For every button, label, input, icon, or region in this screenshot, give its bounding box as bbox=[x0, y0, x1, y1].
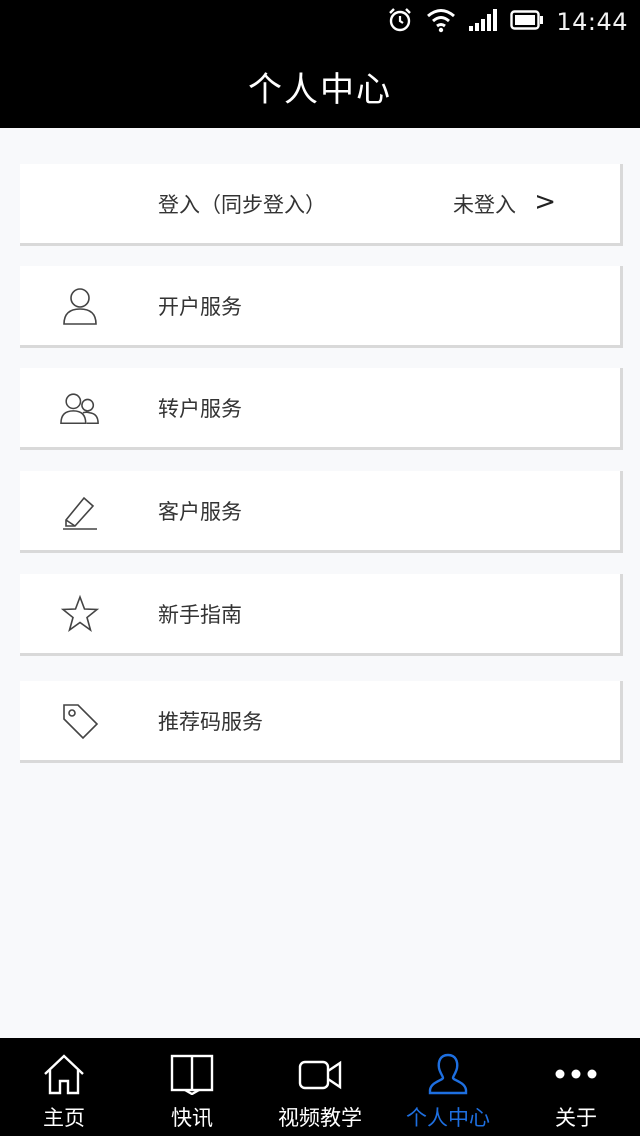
star-icon bbox=[60, 594, 100, 634]
signal-icon bbox=[468, 9, 498, 35]
menu-item-label: 推荐码服务 bbox=[158, 709, 263, 734]
status-icons: 14:44 bbox=[386, 6, 628, 38]
menu-item-referral-code[interactable]: 推荐码服务 bbox=[20, 681, 623, 763]
tab-label: 主页 bbox=[43, 1106, 85, 1130]
content-area: 登入（同步登入） 未登入 > 开户服务 转户服务 客户服务 新手指南 推荐码服务 bbox=[0, 128, 640, 1038]
menu-item-open-account[interactable]: 开户服务 bbox=[20, 266, 623, 348]
status-time: 14:44 bbox=[556, 8, 628, 36]
tag-icon bbox=[60, 701, 100, 741]
login-label: 登入（同步登入） bbox=[158, 192, 326, 217]
menu-item-transfer-account[interactable]: 转户服务 bbox=[20, 368, 623, 450]
tab-home[interactable]: 主页 bbox=[0, 1038, 128, 1136]
tab-label: 快讯 bbox=[171, 1106, 213, 1130]
wifi-icon bbox=[426, 7, 456, 37]
tab-label: 个人中心 bbox=[406, 1106, 490, 1130]
person-icon bbox=[424, 1052, 472, 1096]
book-icon bbox=[168, 1052, 216, 1096]
pencil-icon bbox=[60, 491, 100, 531]
menu-item-beginner-guide[interactable]: 新手指南 bbox=[20, 574, 623, 656]
alarm-icon bbox=[386, 6, 414, 38]
tab-label: 视频教学 bbox=[278, 1106, 362, 1130]
menu-item-customer-service[interactable]: 客户服务 bbox=[20, 471, 623, 553]
tab-news[interactable]: 快讯 bbox=[128, 1038, 256, 1136]
login-row[interactable]: 登入（同步登入） 未登入 > bbox=[20, 164, 623, 246]
login-status: 未登入 bbox=[453, 192, 516, 217]
status-bar: 14:44 bbox=[0, 0, 640, 44]
people-icon bbox=[60, 388, 100, 428]
tab-about[interactable]: 关于 bbox=[512, 1038, 640, 1136]
page-title: 个人中心 bbox=[248, 69, 392, 110]
tab-video-tutorial[interactable]: 视频教学 bbox=[256, 1038, 384, 1136]
title-bar: 个人中心 bbox=[0, 44, 640, 128]
home-icon bbox=[40, 1052, 88, 1096]
menu-item-label: 开户服务 bbox=[158, 294, 242, 319]
tab-label: 关于 bbox=[555, 1106, 597, 1130]
chevron-right-icon: > bbox=[534, 186, 556, 217]
menu-item-label: 客户服务 bbox=[158, 499, 242, 524]
bottom-tab-bar: 主页 快讯 视频教学 个人中心 关于 bbox=[0, 1038, 640, 1136]
tab-personal-center[interactable]: 个人中心 bbox=[384, 1038, 512, 1136]
battery-icon bbox=[510, 10, 544, 34]
menu-item-label: 新手指南 bbox=[158, 602, 242, 627]
more-icon bbox=[552, 1052, 600, 1096]
menu-item-label: 转户服务 bbox=[158, 396, 242, 421]
video-icon bbox=[296, 1052, 344, 1096]
person-icon bbox=[60, 286, 100, 326]
